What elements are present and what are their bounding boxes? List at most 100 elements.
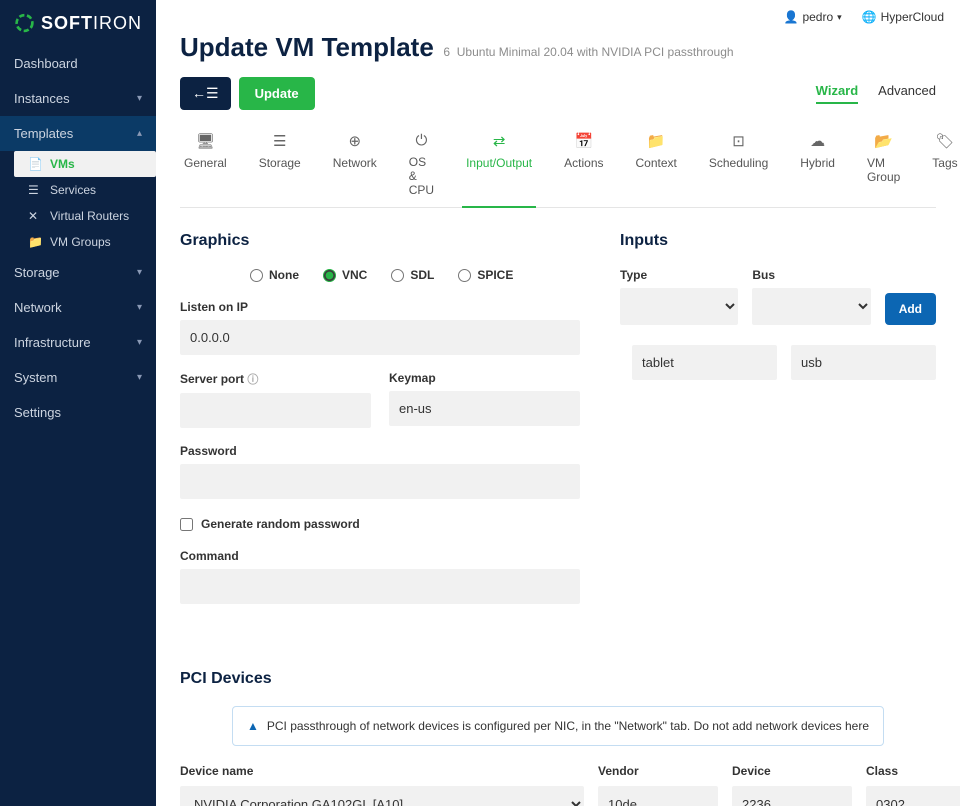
tab-scheduling[interactable]: ⊡Scheduling [705, 124, 772, 207]
tab-tags[interactable]: 🏷Tags [928, 124, 960, 207]
generate-password-checkbox[interactable] [180, 518, 193, 531]
shuffle-icon: ✕ [28, 209, 44, 223]
chevron-down-icon: ▾ [137, 337, 142, 348]
nav-settings[interactable]: Settings [0, 395, 156, 430]
cloud-menu[interactable]: 🌐HyperCloud [862, 10, 944, 24]
brand-iron: IRON [93, 13, 142, 34]
keymap-label: Keymap [389, 371, 580, 385]
logo-icon [14, 12, 35, 34]
input-entry-bus: usb [791, 345, 936, 380]
chevron-down-icon: ▾ [137, 267, 142, 278]
pci-col-name: Device name [180, 764, 584, 778]
exchange-icon: ⇄ [493, 132, 506, 150]
template-name: Ubuntu Minimal 20.04 with NVIDIA PCI pas… [457, 45, 734, 59]
tab-hybrid[interactable]: ☁Hybrid [796, 124, 839, 207]
password-label: Password [180, 444, 580, 458]
tab-io[interactable]: ⇄Input/Output [462, 124, 536, 208]
tab-actions[interactable]: 📅Actions [560, 124, 607, 207]
warning-icon: ▲ [247, 719, 259, 733]
back-button[interactable]: ←☰ [180, 77, 231, 110]
command-label: Command [180, 549, 580, 563]
pci-col-vendor: Vendor [598, 764, 718, 778]
cloud-icon: ☁ [810, 132, 825, 150]
nav-storage[interactable]: Storage▾ [0, 255, 156, 290]
disk-icon: ☰ [273, 132, 286, 150]
user-menu[interactable]: 👤pedro▾ [783, 10, 841, 24]
file-icon: 📄 [28, 157, 44, 171]
inputs-heading: Inputs [620, 232, 936, 250]
nav-infrastructure[interactable]: Infrastructure▾ [0, 325, 156, 360]
update-button[interactable]: Update [239, 77, 315, 110]
nav-system[interactable]: System▾ [0, 360, 156, 395]
input-type-select[interactable] [620, 288, 738, 325]
list-icon: ☰ [28, 183, 44, 197]
nav-templates-vmgroups[interactable]: 📁VM Groups [14, 229, 156, 255]
globe-icon: 🌐 [862, 10, 877, 24]
folder-icon: 📁 [28, 235, 44, 249]
user-icon: 👤 [783, 10, 798, 24]
pci-class-input[interactable] [866, 786, 960, 806]
logo: SOFTIRON [0, 0, 156, 46]
password-input[interactable] [180, 464, 580, 499]
sitemap-icon: ⊡ [732, 132, 745, 150]
graphics-heading: Graphics [180, 232, 580, 250]
input-entry-type: tablet [632, 345, 777, 380]
tab-general[interactable]: 🖥General [180, 124, 231, 207]
pci-col-class: Class [866, 764, 960, 778]
tab-vmgroup[interactable]: 📂VM Group [863, 124, 904, 207]
section-tabs: 🖥General ☰Storage ⊕Network ⏻OS & CPU ⇄In… [180, 124, 936, 208]
tab-storage[interactable]: ☰Storage [255, 124, 305, 207]
globe-icon: ⊕ [348, 132, 361, 150]
nav-dashboard[interactable]: Dashboard [0, 46, 156, 81]
pci-heading: PCI Devices [180, 670, 936, 688]
view-advanced[interactable]: Advanced [878, 83, 936, 104]
generate-password-label: Generate random password [201, 517, 360, 531]
pci-alert: ▲ PCI passthrough of network devices is … [232, 706, 884, 746]
nav-templates-services[interactable]: ☰Services [14, 177, 156, 203]
tab-network[interactable]: ⊕Network [329, 124, 381, 207]
power-icon: ⏻ [415, 132, 427, 149]
topbar: 👤pedro▾ 🌐HyperCloud [156, 0, 960, 24]
tag-icon: 🏷 [935, 132, 954, 150]
template-id: 6 [443, 45, 450, 59]
chevron-up-icon: ▴ [137, 128, 142, 139]
sidebar: SOFTIRON Dashboard Instances▾ Templates▴… [0, 0, 156, 806]
input-type-label: Type [620, 268, 738, 282]
add-input-button[interactable]: Add [885, 293, 936, 325]
chevron-down-icon: ▾ [137, 93, 142, 104]
keymap-input[interactable] [389, 391, 580, 426]
input-bus-label: Bus [752, 268, 870, 282]
brand-soft: SOFT [41, 13, 93, 34]
tab-context[interactable]: 📁Context [632, 124, 681, 207]
chevron-down-icon: ▾ [137, 372, 142, 383]
graphics-spice[interactable]: SPICE [458, 268, 513, 282]
pci-col-device: Device [732, 764, 852, 778]
tab-oscpu[interactable]: ⏻OS & CPU [405, 124, 438, 207]
nav-templates-vrouters[interactable]: ✕Virtual Routers [14, 203, 156, 229]
folder-open-icon: 📂 [874, 132, 893, 150]
server-port-input[interactable] [180, 393, 371, 428]
chevron-down-icon: ▾ [837, 12, 842, 23]
pci-device-select[interactable]: NVIDIA Corporation GA102GL [A10] [180, 786, 584, 806]
nav-network[interactable]: Network▾ [0, 290, 156, 325]
nav-instances[interactable]: Instances▾ [0, 81, 156, 116]
calendar-icon: 📅 [574, 132, 593, 150]
folder-icon: 📁 [647, 132, 666, 150]
graphics-sdl[interactable]: SDL [391, 268, 434, 282]
view-wizard[interactable]: Wizard [816, 83, 859, 104]
page-title: Update VM Template [180, 32, 434, 62]
monitor-icon: 🖥 [196, 132, 215, 150]
command-input[interactable] [180, 569, 580, 604]
listen-ip-input[interactable] [180, 320, 580, 355]
graphics-vnc[interactable]: VNC [323, 268, 367, 282]
chevron-down-icon: ▾ [137, 302, 142, 313]
pci-device-input[interactable] [732, 786, 852, 806]
listen-ip-label: Listen on IP [180, 300, 580, 314]
server-port-label: Server port ⓘ [180, 371, 371, 387]
graphics-none[interactable]: None [250, 268, 299, 282]
nav-templates[interactable]: Templates▴ [0, 116, 156, 151]
help-icon[interactable]: ⓘ [247, 374, 258, 386]
nav-templates-vms[interactable]: 📄VMs [14, 151, 156, 177]
input-bus-select[interactable] [752, 288, 870, 325]
pci-vendor-input[interactable] [598, 786, 718, 806]
